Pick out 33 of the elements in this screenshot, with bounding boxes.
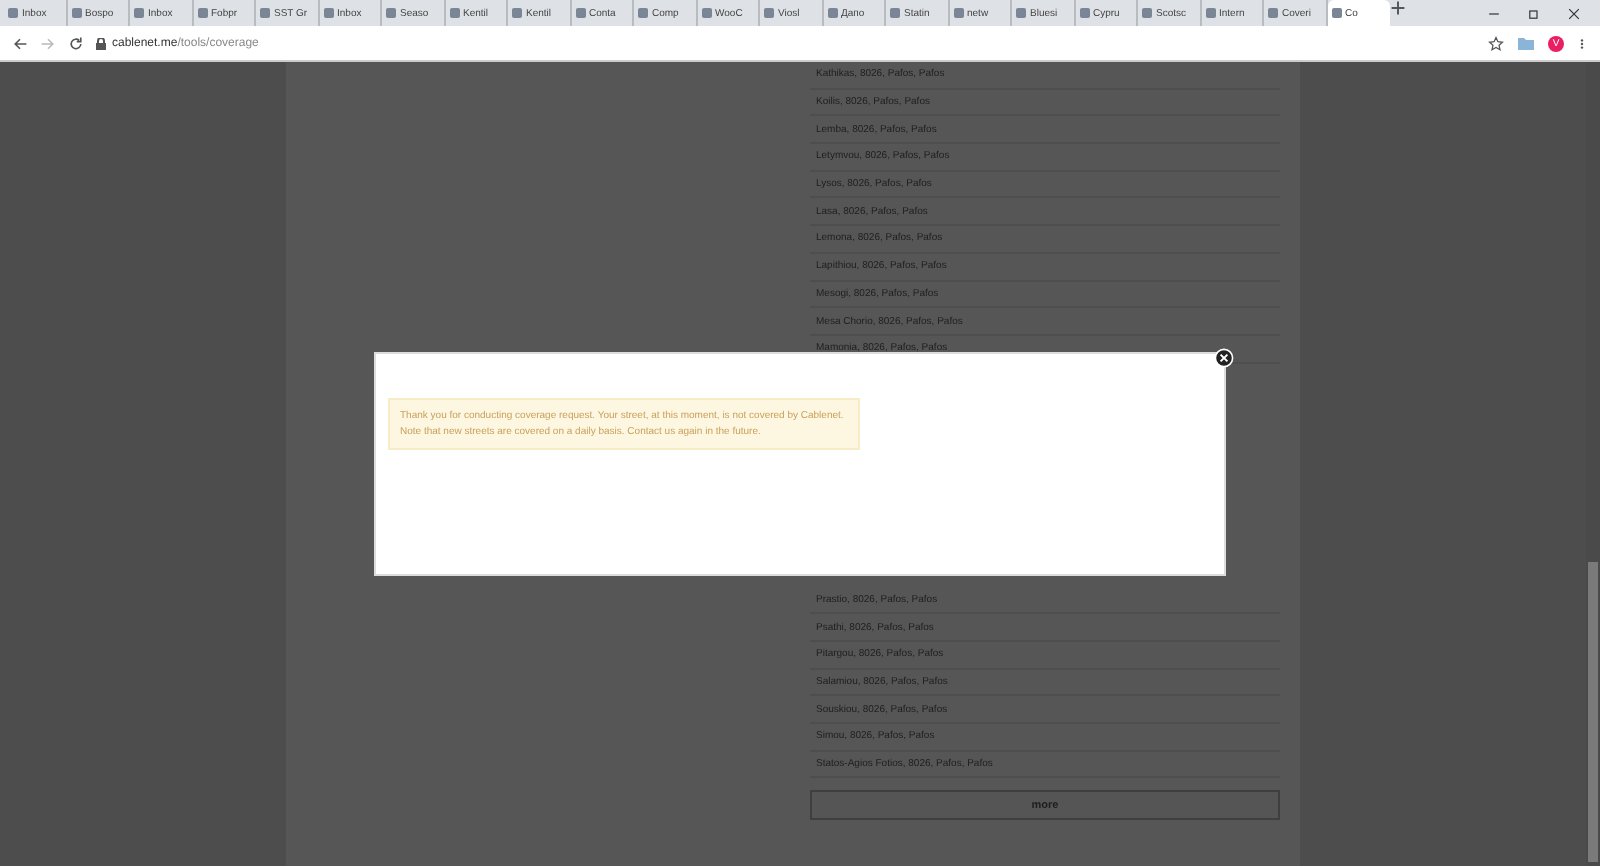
favicon-icon [386, 8, 396, 18]
lock-icon [96, 37, 106, 49]
favicon-icon [1016, 8, 1026, 18]
close-button[interactable] [1214, 344, 1234, 364]
favicon-icon [449, 8, 459, 18]
scrollbar-thumb[interactable] [1588, 562, 1598, 862]
new-tab-icon[interactable] [1390, 0, 1406, 16]
favicon-icon [827, 8, 837, 18]
favicon-icon [953, 8, 963, 18]
favicon-icon [197, 8, 207, 18]
favicon-icon [134, 8, 144, 18]
favicon-icon [260, 8, 270, 18]
menu-icon[interactable] [1576, 37, 1588, 49]
favicon-icon [8, 8, 18, 18]
favicon-icon [1142, 8, 1152, 18]
favicon-icon [1205, 8, 1215, 18]
minimize-icon[interactable] [1488, 7, 1500, 19]
star-icon[interactable] [1488, 35, 1504, 51]
favicon-icon [890, 8, 900, 18]
restore-icon[interactable] [1528, 7, 1540, 19]
favicon-icon [1079, 8, 1089, 18]
favicon-icon [1268, 8, 1278, 18]
reload-icon[interactable] [68, 35, 84, 51]
back-icon[interactable] [12, 35, 28, 51]
favicon-icon [701, 8, 711, 18]
favicon-icon [1331, 8, 1341, 18]
favicon-icon [512, 8, 522, 18]
favicon-icon [764, 8, 774, 18]
favicon-icon [638, 8, 648, 18]
close-icon[interactable] [1568, 7, 1580, 19]
favicon-icon [323, 8, 333, 18]
favicon-icon [575, 8, 585, 18]
favicon-icon [71, 8, 81, 18]
